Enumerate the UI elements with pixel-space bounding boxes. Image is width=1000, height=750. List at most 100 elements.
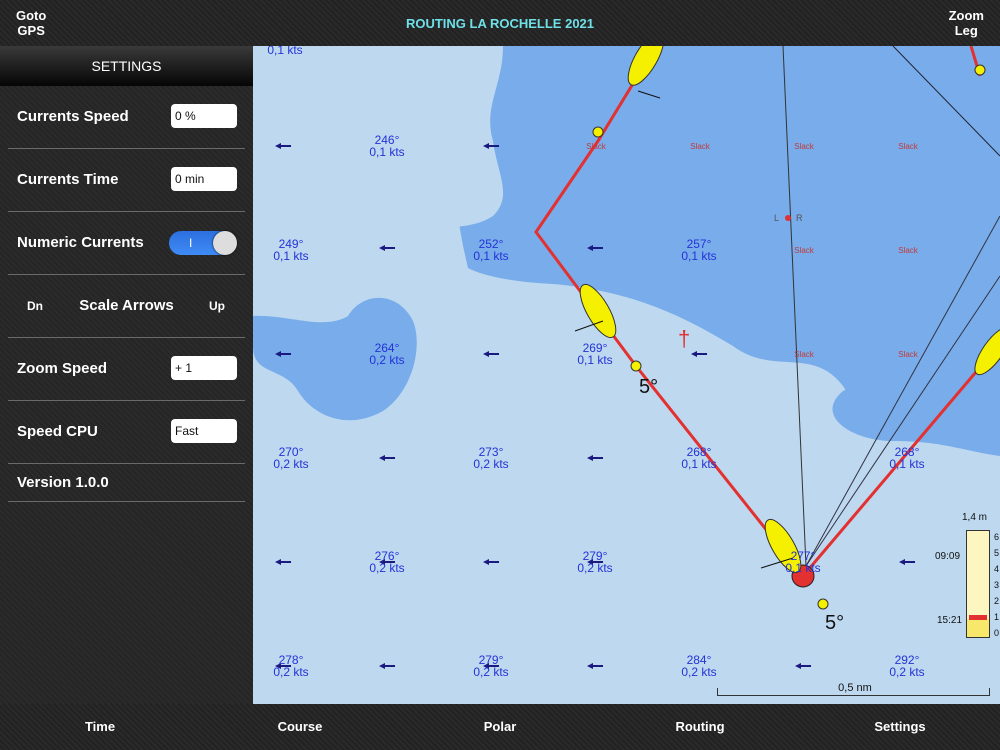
current-speed: 0,1 kts [473, 249, 509, 263]
slack-label: Slack [794, 350, 814, 359]
current-speed: 0,1 kts [889, 457, 925, 471]
numeric-currents-row: Numeric Currents I [8, 212, 245, 275]
speed-cpu-label: Speed CPU [17, 423, 98, 440]
current-label: 279° 0,2 kts [555, 550, 635, 574]
slack-label: Slack [898, 246, 918, 255]
anchor-mark-icon: † [678, 326, 690, 351]
waypoint-4[interactable] [974, 64, 986, 76]
bottom-tab-bar: Time Course Polar Routing Settings [0, 704, 1000, 750]
tide-tick-label: 5 [994, 548, 1000, 558]
current-label: 277° 0,1 kts [763, 550, 843, 574]
settings-title: SETTINGS [0, 46, 253, 86]
current-arrow-icon [795, 663, 811, 669]
tab-polar[interactable]: Polar [400, 704, 600, 750]
numeric-currents-label: Numeric Currents [17, 234, 144, 251]
zoom-speed-input[interactable]: + 1 [171, 356, 237, 380]
app-title: ROUTING LA ROCHELLE 2021 [405, 16, 595, 31]
slack-label: Slack [690, 142, 710, 151]
current-arrow-icon [379, 455, 395, 461]
tide-current-marker [969, 615, 987, 620]
current-speed: 0,2 kts [473, 457, 509, 471]
tab-time[interactable]: Time [0, 704, 200, 750]
currents-speed-input[interactable]: 0 % [171, 104, 237, 128]
current-arrow-icon [483, 351, 499, 357]
mark-left-label: L [774, 213, 780, 223]
toggle-knob [213, 231, 237, 255]
current-speed: 0,1 kts [681, 249, 717, 263]
current-label: 276° 0,2 kts [347, 550, 427, 574]
current-speed: 0,1 kts [369, 145, 405, 159]
tide-tick-label: 1 [994, 612, 1000, 622]
top-bar: Goto GPS ROUTING LA ROCHELLE 2021 Zoom L… [0, 0, 1000, 46]
current-arrow-icon [587, 455, 603, 461]
scale-arrows-row: Dn Scale Arrows Up [8, 275, 245, 338]
currents-speed-row: Currents Speed 0 % [8, 86, 245, 149]
current-speed: 0,2 kts [273, 457, 309, 471]
current-arrow-icon [691, 351, 707, 357]
tide-gauge [966, 530, 990, 638]
current-speed: 0,1 kts [577, 353, 613, 367]
toggle-on-indicator: I [189, 236, 193, 250]
current-label: 269° 0,1 kts [555, 342, 635, 366]
top-partial-label: 0,1 kts [267, 46, 303, 57]
current-arrow-icon [483, 559, 499, 565]
speed-cpu-row: Speed CPU Fast [8, 401, 245, 464]
chart-map[interactable]: † 246° 0,1 kts 249° 0,1 kts 252° 0,1 kts 257° 0… [253, 46, 1000, 704]
scale-bar-label: 0,5 nm [838, 682, 872, 694]
zoom-speed-label: Zoom Speed [17, 360, 108, 377]
slack-label: Slack [586, 142, 606, 151]
wind-angle-label-2: 5° [825, 612, 845, 634]
current-arrow-icon [587, 663, 603, 669]
current-label: 249° 0,1 kts [253, 238, 331, 262]
tide-level-fill [967, 618, 989, 637]
wind-angle-label-1: 5° [639, 376, 659, 398]
current-speed: 0,2 kts [681, 665, 717, 679]
zoom-speed-row: Zoom Speed + 1 [8, 338, 245, 401]
current-speed: 0,1 kts [681, 457, 717, 471]
mark-point [785, 215, 791, 221]
currents-time-row: Currents Time 0 min [8, 149, 245, 212]
current-label: 246° 0,1 kts [347, 134, 427, 158]
tide-high-time: 09:09 [935, 551, 961, 562]
settings-panel: SETTINGS Currents Speed 0 % Currents Tim… [0, 46, 253, 704]
zoom-leg-line2: Leg [954, 23, 978, 38]
waypoint-3[interactable] [817, 598, 829, 610]
slack-label: Slack [794, 246, 814, 255]
currents-time-label: Currents Time [17, 171, 119, 188]
numeric-currents-toggle[interactable]: I [169, 231, 237, 255]
current-label: 279° 0,2 kts [451, 654, 531, 678]
current-label: 257° 0,1 kts [659, 238, 739, 262]
current-speed: 0,1 kts [785, 561, 821, 575]
current-arrow-icon [379, 663, 395, 669]
tide-tick-label: 2 [994, 596, 1000, 606]
tab-course[interactable]: Course [200, 704, 400, 750]
current-arrow-icon [379, 245, 395, 251]
current-label: 284° 0,2 kts [659, 654, 739, 678]
slack-label: Slack [898, 142, 918, 151]
scale-up-button[interactable]: Up [209, 275, 225, 337]
current-label: 268° 0,1 kts [659, 446, 739, 470]
current-speed: 0,2 kts [889, 665, 925, 679]
speed-cpu-input[interactable]: Fast [171, 419, 237, 443]
currents-time-input[interactable]: 0 min [171, 167, 237, 191]
tide-low-time: 15:21 [937, 615, 963, 626]
waypoint-1[interactable] [592, 126, 604, 138]
tide-height-label: 1,4 m [962, 512, 988, 523]
tide-tick-label: 4 [994, 564, 1000, 574]
tide-tick-label: 6 [994, 532, 1000, 542]
tab-routing[interactable]: Routing [600, 704, 800, 750]
slack-label: Slack [794, 142, 814, 151]
mark-right-label: R [796, 213, 803, 223]
tide-tick-label: 0 [994, 628, 1000, 638]
zoom-leg-button[interactable]: Zoom Leg [949, 8, 984, 38]
current-label: 270° 0,2 kts [253, 446, 331, 470]
current-label: 264° 0,2 kts [347, 342, 427, 366]
current-arrow-icon [275, 559, 291, 565]
current-speed: 0,2 kts [369, 561, 405, 575]
current-speed: 0,1 kts [273, 249, 309, 263]
slack-label: Slack [898, 350, 918, 359]
version-row: Version 1.0.0 [8, 464, 245, 502]
tab-settings[interactable]: Settings [800, 704, 1000, 750]
tide-tick-label: 3 [994, 580, 1000, 590]
current-speed: 0,2 kts [273, 665, 309, 679]
